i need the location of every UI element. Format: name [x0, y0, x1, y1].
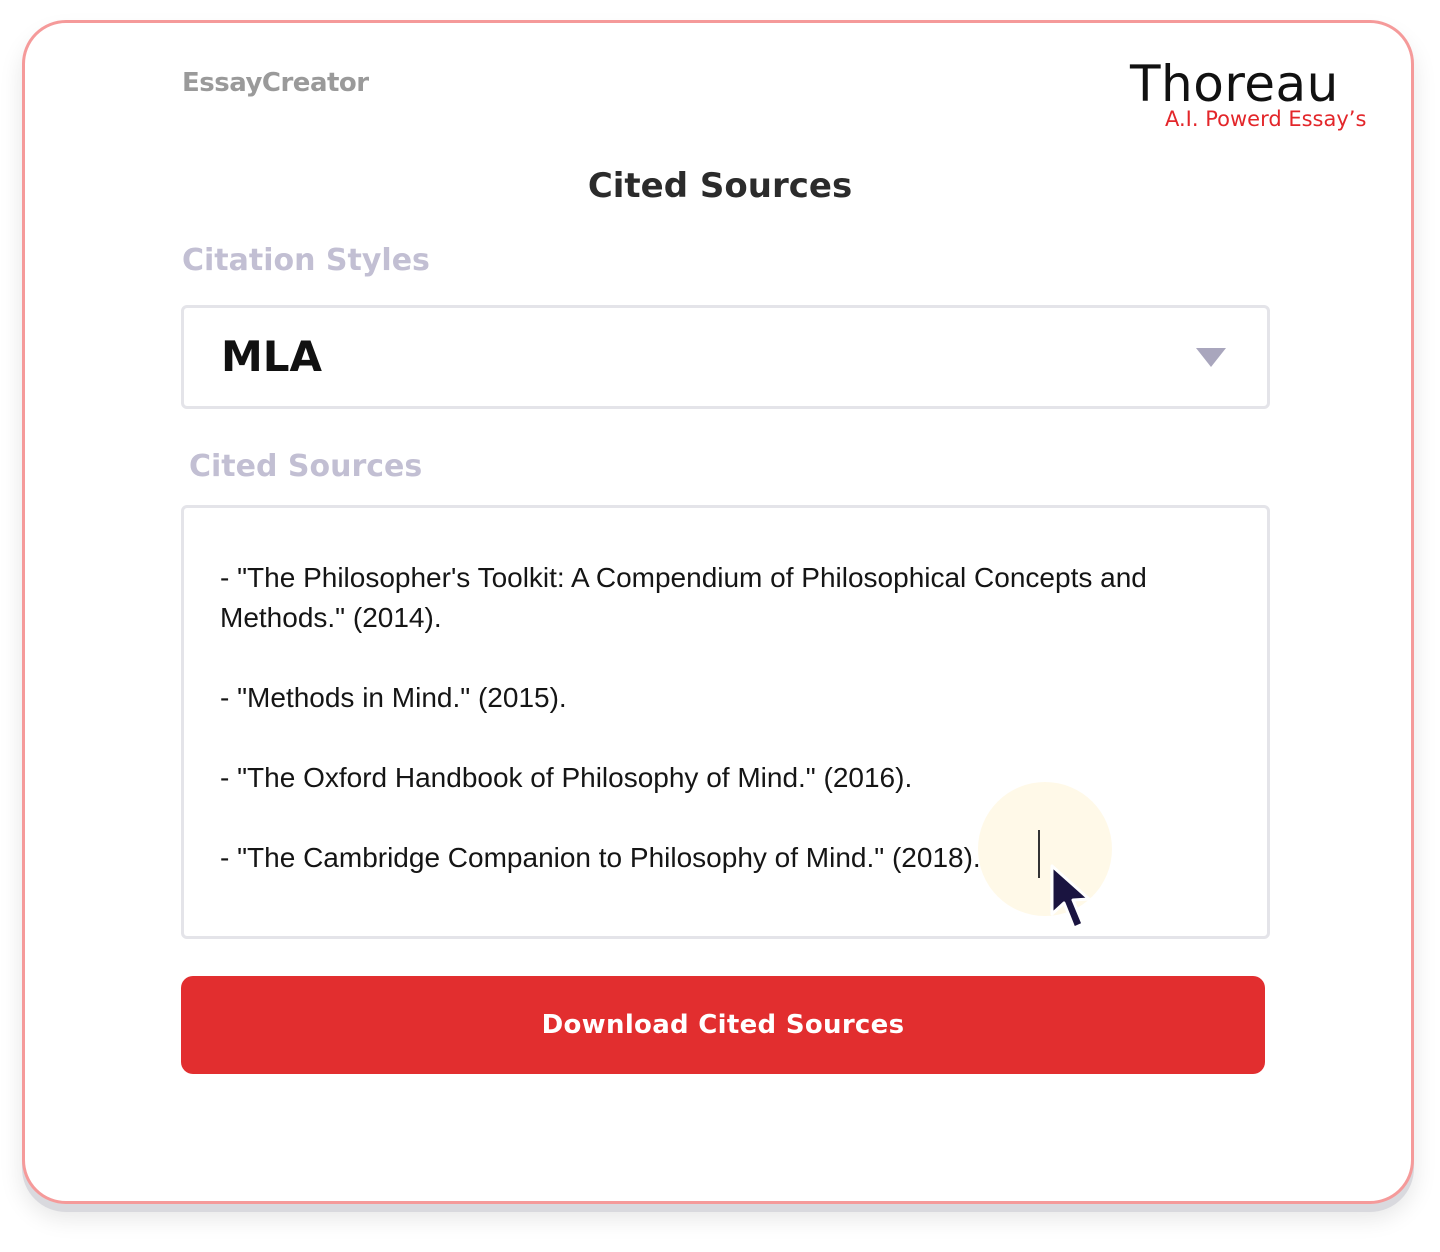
page: EssayCreator Thoreau A.I. Powerd Essay’s… — [0, 0, 1440, 1252]
cited-sources-label: Cited Sources — [189, 449, 423, 484]
app-name: EssayCreator — [182, 68, 369, 98]
source-line: - "The Oxford Handbook of Philosophy of … — [220, 762, 913, 793]
brand-logo: Thoreau A.I. Powerd Essay’s — [1130, 54, 1390, 134]
chevron-down-icon — [1196, 348, 1226, 367]
download-cited-sources-button[interactable]: Download Cited Sources — [181, 976, 1265, 1074]
source-line: - "Methods in Mind." (2015). — [220, 682, 567, 713]
source-line: - "The Philosopher's Toolkit: A Compendi… — [220, 562, 1147, 593]
source-line: Methods." (2014). — [220, 602, 442, 633]
brand-tagline: A.I. Powerd Essay’s — [1165, 107, 1367, 131]
mouse-pointer-icon — [1050, 864, 1091, 930]
source-line: - "The Cambridge Companion to Philosophy… — [220, 842, 981, 873]
cited-sources-textarea[interactable]: - "The Philosopher's Toolkit: A Compendi… — [181, 505, 1270, 939]
brand-title: Thoreau — [1130, 55, 1339, 113]
citation-style-select[interactable]: MLA — [181, 305, 1270, 409]
citation-style-value: MLA — [221, 332, 323, 381]
text-caret — [1038, 830, 1040, 878]
page-title: Cited Sources — [587, 166, 853, 206]
citation-styles-label: Citation Styles — [182, 243, 430, 278]
